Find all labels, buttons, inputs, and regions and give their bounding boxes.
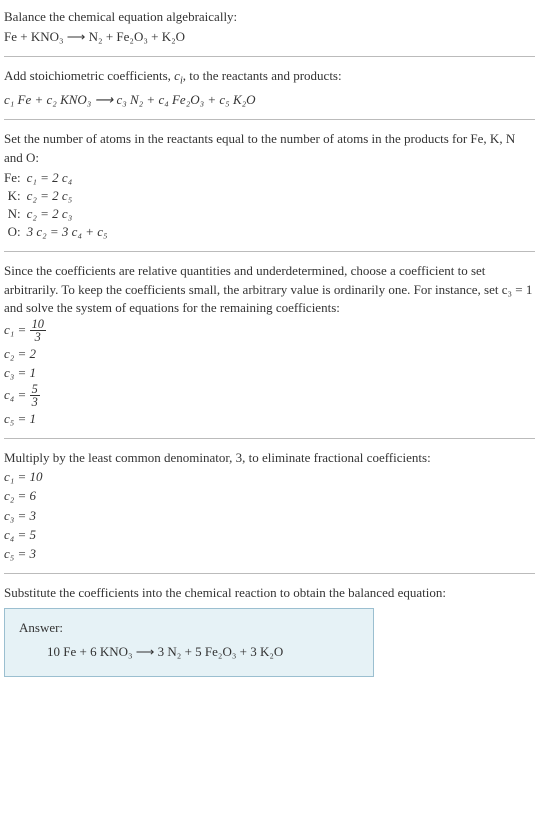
equation-with-coeffs: c₁ Fe + c₂ KNO₃ ⟶ c₃ N₂ + c₄ Fe₂O₃ + c₅ … xyxy=(4,91,535,109)
frac-den: 3 xyxy=(30,396,40,408)
section-title: Since the coefficients are relative quan… xyxy=(4,262,535,317)
section-title: Add stoichiometric coefficients, ci, to … xyxy=(4,67,535,89)
section-solve-fractional: Since the coefficients are relative quan… xyxy=(4,262,535,428)
section-title: Set the number of atoms in the reactants… xyxy=(4,130,535,166)
coef-c4: c₄ = 5 xyxy=(4,526,535,544)
coef-c3: c₃ = 3 xyxy=(4,507,535,525)
divider xyxy=(4,119,535,120)
table-row: N: c₂ = 2 c₃ xyxy=(4,205,108,223)
divider xyxy=(4,573,535,574)
coef-lhs: c₁ = xyxy=(4,322,30,337)
atom-label: N: xyxy=(4,205,27,223)
atom-expr: c₂ = 2 c₅ xyxy=(27,187,108,205)
table-row: K: c₂ = 2 c₅ xyxy=(4,187,108,205)
title-text-a: Add stoichiometric coefficients, xyxy=(4,68,174,83)
coef-c2: c₂ = 2 xyxy=(4,345,535,363)
coef-c4: c₄ = 53 xyxy=(4,383,535,409)
coef-c1: c₁ = 10 xyxy=(4,468,535,486)
coef-c5: c₅ = 1 xyxy=(4,410,535,428)
divider xyxy=(4,438,535,439)
atom-label: K: xyxy=(4,187,27,205)
equation-balanced: 10 Fe + 6 KNO₃ ⟶ 3 N₂ + 5 Fe₂O₃ + 3 K₂O xyxy=(19,643,359,661)
answer-label: Answer: xyxy=(19,619,359,637)
section-title: Balance the chemical equation algebraica… xyxy=(4,8,535,26)
coef-c2: c₂ = 6 xyxy=(4,487,535,505)
section-title: Multiply by the least common denominator… xyxy=(4,449,535,467)
fraction: 103 xyxy=(30,318,46,344)
section-stoich: Add stoichiometric coefficients, ci, to … xyxy=(4,67,535,109)
atom-expr: c₂ = 2 c₃ xyxy=(27,205,108,223)
atom-expr: c₁ = 2 c₄ xyxy=(27,169,108,187)
coef-c1: c₁ = 103 xyxy=(4,318,535,344)
atom-label: Fe: xyxy=(4,169,27,187)
atom-expr: 3 c₂ = 3 c₄ + c₅ xyxy=(27,223,108,241)
answer-box: Answer: 10 Fe + 6 KNO₃ ⟶ 3 N₂ + 5 Fe₂O₃ … xyxy=(4,608,374,676)
section-balance: Balance the chemical equation algebraica… xyxy=(4,8,535,46)
table-row: O: 3 c₂ = 3 c₄ + c₅ xyxy=(4,223,108,241)
frac-num: 5 xyxy=(30,383,40,396)
coef-list: c₁ = 103 c₂ = 2 c₃ = 1 c₄ = 53 c₅ = 1 xyxy=(4,318,535,428)
table-row: Fe: c₁ = 2 c₄ xyxy=(4,169,108,187)
atoms-table: Fe: c₁ = 2 c₄ K: c₂ = 2 c₅ N: c₂ = 2 c₃ … xyxy=(4,169,108,242)
section-atom-counts: Set the number of atoms in the reactants… xyxy=(4,130,535,241)
coef-list: c₁ = 10 c₂ = 6 c₃ = 3 c₄ = 5 c₅ = 3 xyxy=(4,468,535,563)
divider xyxy=(4,251,535,252)
section-title: Substitute the coefficients into the che… xyxy=(4,584,535,602)
title-text-b: , to the reactants and products: xyxy=(183,68,342,83)
frac-num: 10 xyxy=(30,318,46,331)
divider xyxy=(4,56,535,57)
atom-label: O: xyxy=(4,223,27,241)
frac-den: 3 xyxy=(30,331,46,343)
equation-unbalanced: Fe + KNO₃ ⟶ N₂ + Fe₂O₃ + K₂O xyxy=(4,28,535,46)
coef-c3: c₃ = 1 xyxy=(4,364,535,382)
coef-c5: c₅ = 3 xyxy=(4,545,535,563)
fraction: 53 xyxy=(30,383,40,409)
section-solve-integer: Multiply by the least common denominator… xyxy=(4,449,535,563)
coef-lhs: c₄ = xyxy=(4,387,30,402)
section-substitute: Substitute the coefficients into the che… xyxy=(4,584,535,677)
